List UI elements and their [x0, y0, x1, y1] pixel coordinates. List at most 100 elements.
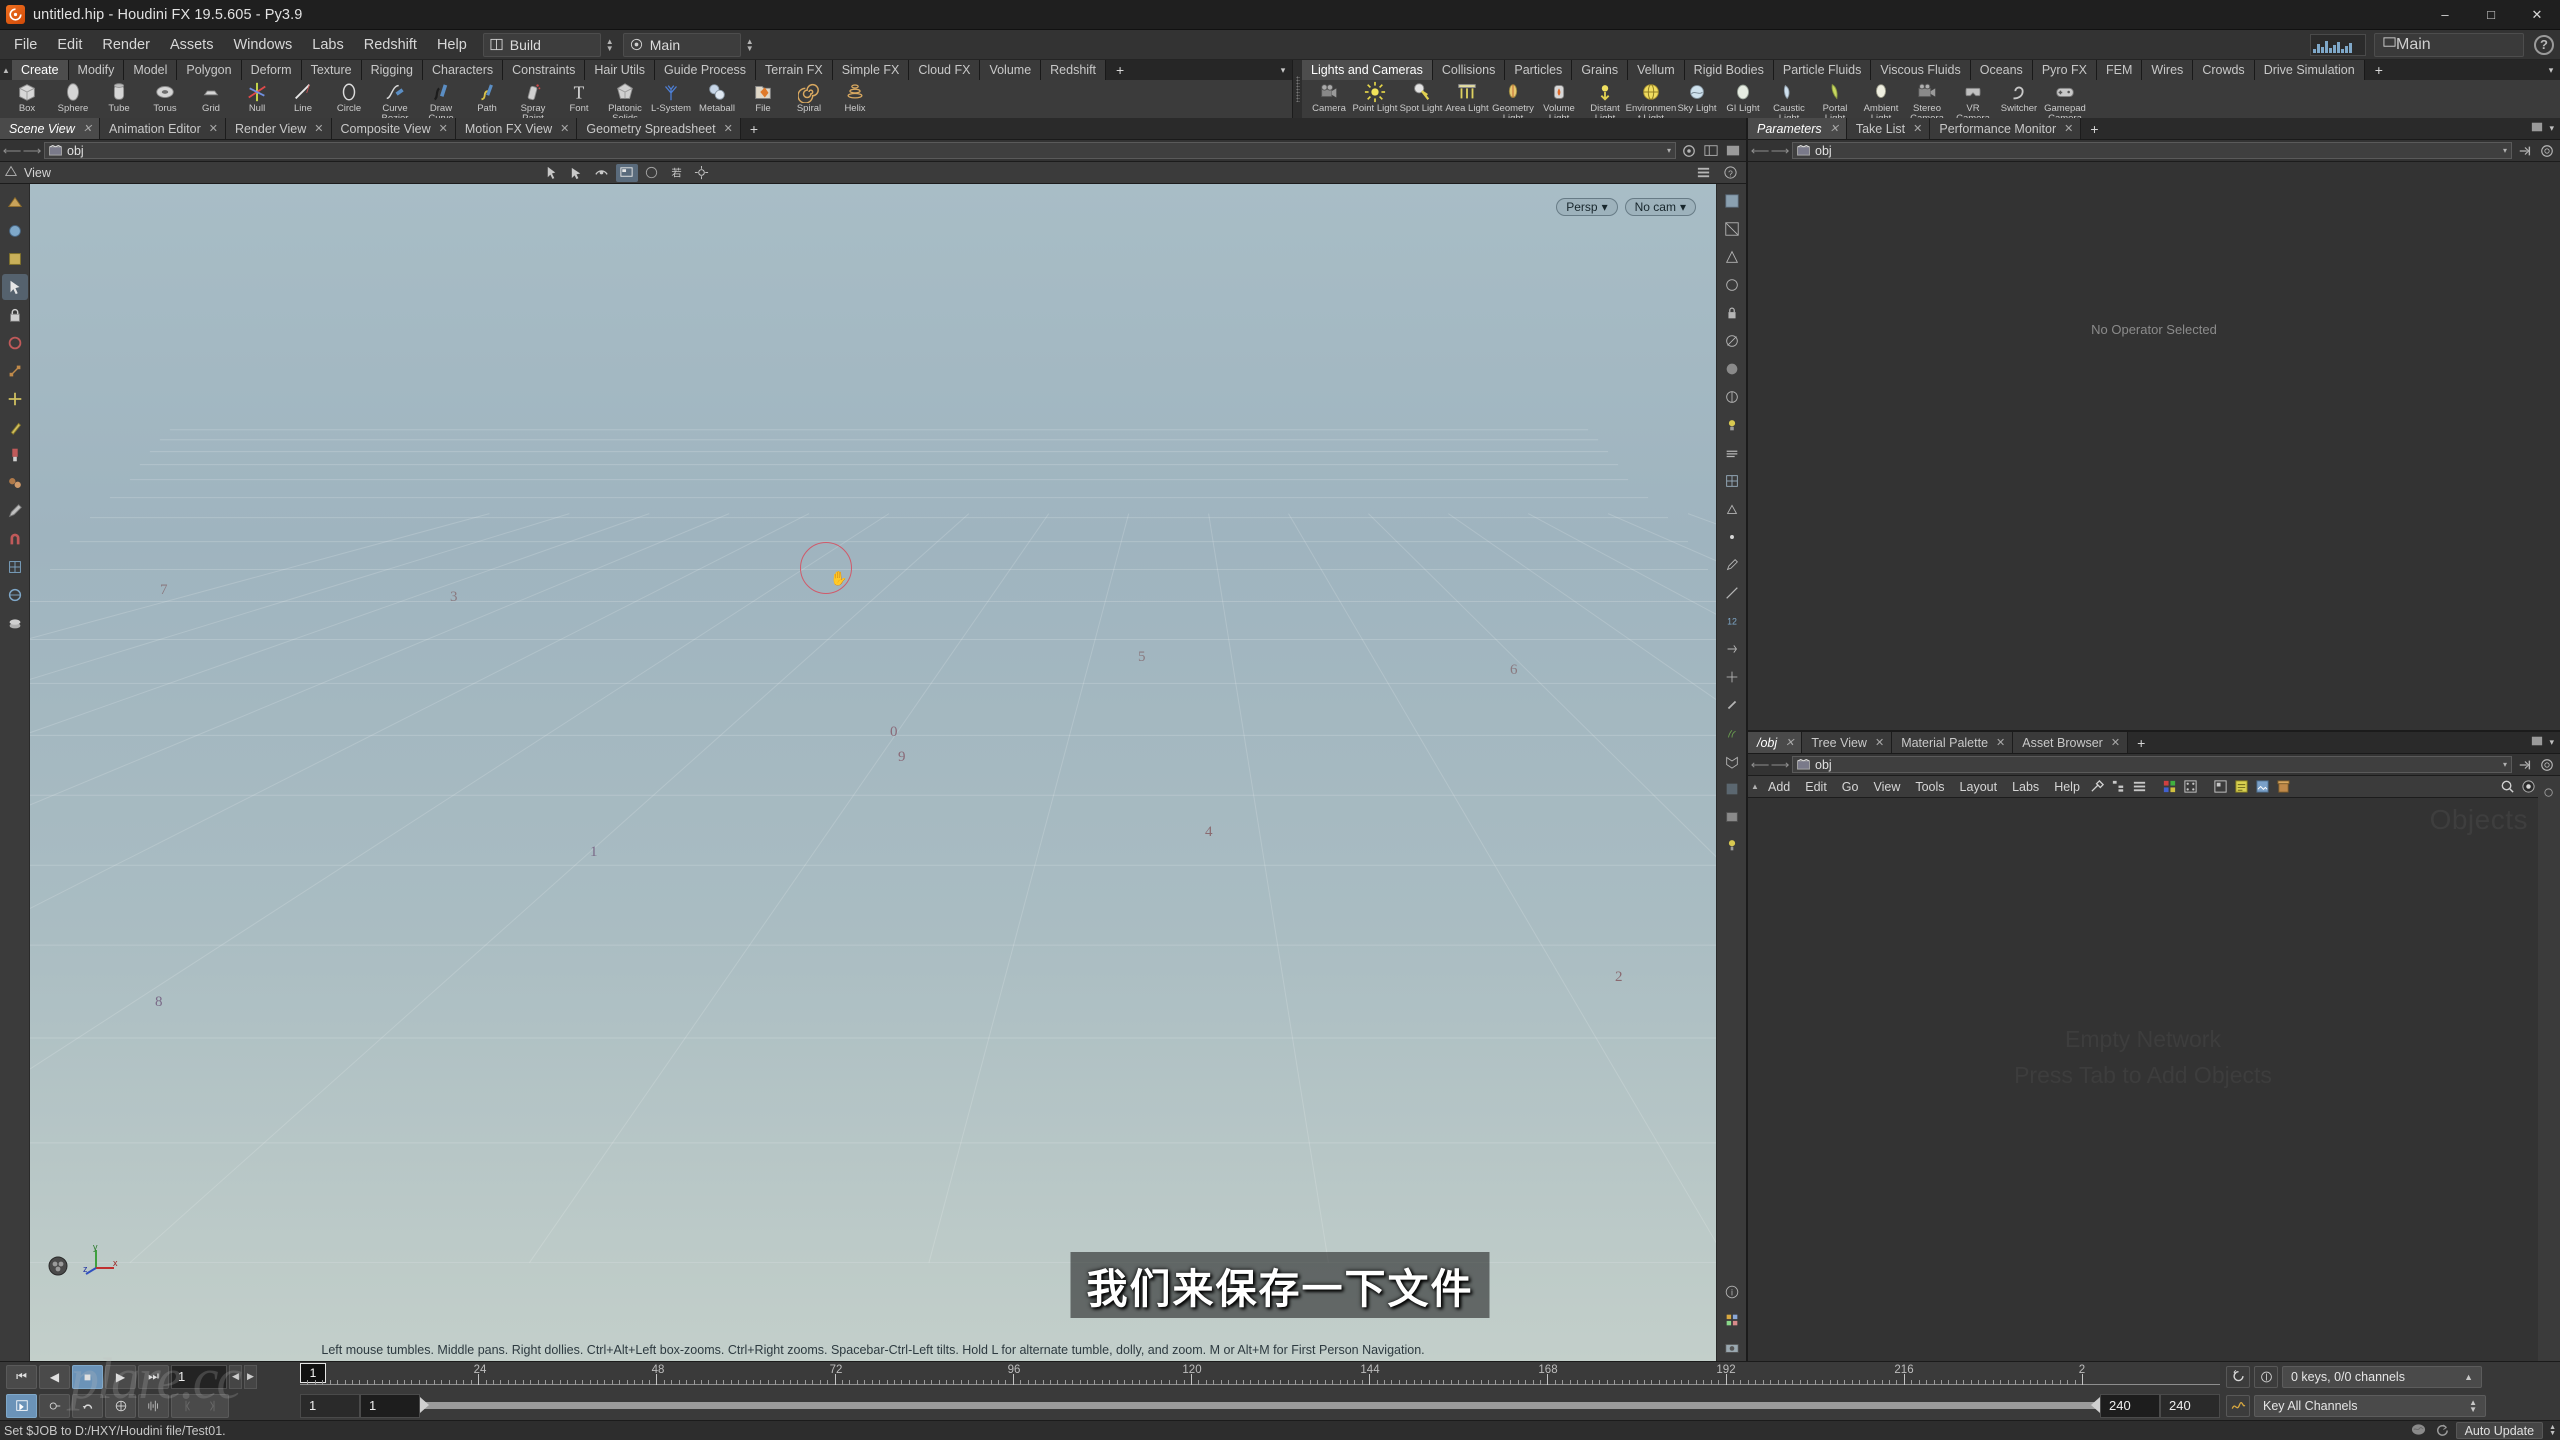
scene-path-input[interactable]: obj ▾ — [44, 142, 1676, 159]
back-arrow-icon[interactable]: ⟵ — [1751, 143, 1770, 159]
lock-tool-icon[interactable] — [2, 302, 28, 328]
shelf-item-gamepad-camera[interactable]: Gamepad Camera — [2042, 80, 2088, 118]
forward-arrow-icon[interactable]: ⟶ — [23, 143, 42, 159]
view-tool-icon[interactable] — [2, 190, 28, 216]
shelf-right-add-tab-button[interactable]: + — [2364, 60, 2393, 80]
network-box-icon[interactable] — [2211, 777, 2231, 797]
cook-brain-icon[interactable] — [2410, 1422, 2427, 1440]
bulb-display-icon[interactable] — [1719, 832, 1745, 858]
shelf-item-grid[interactable]: Grid — [188, 80, 234, 118]
viewport-camera-badge-icon[interactable] — [46, 1254, 72, 1285]
scene-add-tab-button[interactable]: + — [740, 118, 766, 139]
shelf-tab-characters[interactable]: Characters — [422, 60, 504, 80]
material-display-icon[interactable] — [1719, 384, 1745, 410]
shelf-tab-wires[interactable]: Wires — [2142, 60, 2194, 80]
shelf-tab-particle-fluids[interactable]: Particle Fluids — [1773, 60, 1872, 80]
close-icon[interactable]: ✕ — [209, 122, 218, 135]
key-dropdown-icon[interactable] — [2254, 1365, 2278, 1388]
bake-tool-icon[interactable] — [2, 610, 28, 636]
shelf-tab-create[interactable]: Create — [12, 60, 69, 80]
scale-tool-icon[interactable] — [2, 358, 28, 384]
shelf-item-stereo-camera[interactable]: Stereo Camera — [1904, 80, 1950, 118]
play-button[interactable]: ▶ — [105, 1364, 136, 1389]
shelf-tab-deform[interactable]: Deform — [241, 60, 302, 80]
network-menu-add[interactable]: Add — [1761, 777, 1797, 797]
shelf-item-environment-light[interactable]: Environment Light — [1626, 80, 1676, 118]
close-icon[interactable]: ✕ — [560, 122, 569, 135]
handle-tool-button[interactable] — [566, 164, 588, 182]
ghost-icon[interactable] — [1719, 272, 1745, 298]
menu-render[interactable]: Render — [92, 30, 160, 60]
shelf-item-path[interactable]: Path — [464, 80, 510, 118]
shelf-tab-texture[interactable]: Texture — [301, 60, 362, 80]
shelf-item-caustic-light[interactable]: Caustic Light — [1766, 80, 1812, 118]
shelf-item-helix[interactable]: Helix — [832, 80, 878, 118]
global-end-input[interactable]: 240 — [2160, 1393, 2220, 1418]
minimize-button[interactable]: – — [2422, 0, 2468, 30]
network-collapse-icon[interactable]: ▲ — [1750, 782, 1760, 791]
shelf-item-platonic-solids[interactable]: Platonic Solids — [602, 80, 648, 118]
pane-maximize-icon[interactable] — [1702, 142, 1720, 160]
forward-arrow-icon[interactable]: ⟶ — [1771, 757, 1790, 773]
image-node-icon[interactable] — [2253, 777, 2273, 797]
close-icon[interactable]: ✕ — [1996, 736, 2005, 749]
chevron-down-icon[interactable]: ▾ — [2503, 760, 2507, 769]
snapshot-camera-icon[interactable] — [2518, 777, 2538, 797]
tab-render-view[interactable]: Render View ✕ — [225, 118, 332, 139]
menu-help[interactable]: Help — [427, 30, 477, 60]
network-menu-view[interactable]: View — [1866, 777, 1907, 797]
ghost-display-button[interactable] — [641, 164, 663, 182]
shelf-item-gi-light[interactable]: GI Light — [1720, 80, 1766, 118]
shelf-tab-vellum[interactable]: Vellum — [1628, 60, 1685, 80]
move-tool-icon[interactable] — [1, 274, 28, 300]
back-arrow-icon[interactable]: ⟵ — [1751, 757, 1770, 773]
range-out-input[interactable]: 240 — [2100, 1393, 2160, 1418]
key-mode-dropdown[interactable]: Key All Channels ▲ ▼ — [2254, 1394, 2486, 1417]
shelf-tab-viscous-fluids[interactable]: Viscous Fluids — [1871, 60, 1971, 80]
network-link-icon[interactable] — [2538, 756, 2556, 774]
close-icon[interactable]: ✕ — [724, 122, 733, 135]
jump-to-start-button[interactable]: ⏮ — [6, 1364, 37, 1389]
shelf-tab-redshift[interactable]: Redshift — [1041, 60, 1107, 80]
camera-select-dropdown[interactable]: No cam ▾ — [1624, 198, 1696, 216]
shelf-tab-pyro-fx[interactable]: Pyro FX — [2032, 60, 2097, 80]
tab-geometry-spreadsheet[interactable]: Geometry Spreadsheet ✕ — [577, 118, 741, 139]
network-add-tab-button[interactable]: + — [2128, 732, 2153, 753]
shelf-item-spray-paint[interactable]: Spray Paint — [510, 80, 556, 118]
network-path-input[interactable]: obj ▾ — [1792, 756, 2512, 773]
parameters-add-tab-button[interactable]: + — [2081, 118, 2106, 139]
shelf-item-box[interactable]: Box — [4, 80, 50, 118]
key-channels-icon[interactable] — [2226, 1394, 2250, 1417]
mesh-tool-icon[interactable] — [2, 554, 28, 580]
pin-parameters-icon[interactable] — [2516, 142, 2534, 160]
close-icon[interactable]: ✕ — [1785, 736, 1794, 749]
shelf-right-overflow-icon[interactable]: ▾ — [2542, 60, 2560, 80]
shelf-item-curve-bezier[interactable]: Curve Bezier — [372, 80, 418, 118]
grass-display-icon[interactable] — [1719, 720, 1745, 746]
key-mode-toggle-icon[interactable] — [2226, 1365, 2250, 1388]
bone-display-icon[interactable] — [1719, 692, 1745, 718]
frame-step-forward-button[interactable]: ▶ — [244, 1364, 257, 1389]
shelf-item-ambient-light[interactable]: Ambient Light — [1858, 80, 1904, 118]
normals-display-icon[interactable] — [1719, 496, 1745, 522]
tab-scene-view[interactable]: Scene View ✕ — [0, 118, 101, 139]
tab-take-list[interactable]: Take List ✕ — [1846, 118, 1931, 139]
display-uv-icon[interactable] — [1719, 244, 1745, 270]
shelf-left-overflow-icon[interactable]: ▾ — [1274, 60, 1292, 80]
shelf-item-sky-light[interactable]: Sky Light — [1674, 80, 1720, 118]
shelf-tab-hair-utils[interactable]: Hair Utils — [585, 60, 656, 80]
display-shaded-icon[interactable] — [1719, 188, 1745, 214]
key-scope-button[interactable] — [39, 1393, 70, 1418]
snap-key-button[interactable] — [105, 1393, 136, 1418]
info-icon[interactable]: i — [1719, 1279, 1745, 1305]
rotate-tool-icon[interactable] — [2, 330, 28, 356]
sculpt-tool-icon[interactable] — [2, 414, 28, 440]
keys-status-display[interactable]: 0 keys, 0/0 channels ▲ — [2282, 1365, 2482, 1388]
shelf-tab-grains[interactable]: Grains — [1572, 60, 1629, 80]
shelf-item-vr-camera[interactable]: VR Camera — [1950, 80, 1996, 118]
pane-menu-icon[interactable] — [2531, 735, 2543, 750]
fog-display-icon[interactable] — [1719, 440, 1745, 466]
list-view-icon[interactable] — [2130, 777, 2150, 797]
stop-button[interactable]: ■ — [72, 1364, 103, 1389]
no-display-icon[interactable] — [1719, 328, 1745, 354]
